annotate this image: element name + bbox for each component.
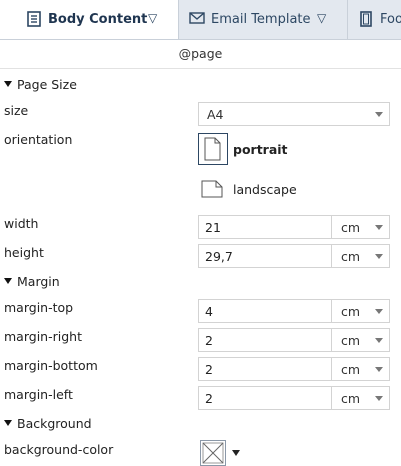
no-color-swatch-icon <box>200 440 226 466</box>
width-input[interactable]: 21 <box>198 215 332 239</box>
height-unit-select[interactable]: cm <box>331 244 390 268</box>
chevron-down-icon <box>375 367 383 372</box>
collapse-arrow-icon <box>4 81 12 87</box>
margin-top-value: 4 <box>205 304 213 319</box>
document-icon <box>27 11 41 27</box>
margin-left-unit-select[interactable]: cm <box>331 386 390 410</box>
chevron-down-icon <box>375 309 383 314</box>
chevron-down-icon <box>375 254 383 259</box>
width-unit-select[interactable]: cm <box>331 215 390 239</box>
margin-bottom-unit: cm <box>341 362 361 377</box>
tab-bar: Body Content ▽ Email Template ▽ Foo <box>0 0 401 40</box>
margin-top-label: margin-top <box>4 300 74 315</box>
tab-body-content[interactable]: Body Content ▽ <box>0 0 179 39</box>
margin-bottom-value: 2 <box>205 362 213 377</box>
margin-bottom-unit-select[interactable]: cm <box>331 357 390 381</box>
orientation-portrait-option[interactable]: portrait <box>198 133 288 165</box>
landscape-label: landscape <box>233 181 297 197</box>
size-label: size <box>4 103 29 118</box>
size-value: A4 <box>207 107 224 122</box>
margin-left-input[interactable]: 2 <box>198 386 332 410</box>
portrait-label: portrait <box>233 141 288 157</box>
section-page-size-label: Page Size <box>17 77 77 92</box>
chevron-down-icon <box>232 450 240 456</box>
height-input[interactable]: 29,7 <box>198 244 332 268</box>
orientation-label: orientation <box>4 132 73 147</box>
height-unit: cm <box>341 249 361 264</box>
margin-left-field: 2 cm <box>198 386 390 410</box>
page-rule-title: @page <box>0 40 401 69</box>
margin-right-unit: cm <box>341 333 361 348</box>
height-field: 29,7 cm <box>198 244 390 268</box>
width-label: width <box>4 216 39 231</box>
orientation-landscape-option[interactable]: landscape <box>198 177 297 201</box>
tab-footer-label: Foo <box>380 12 401 27</box>
tab-email-template-label: Email Template <box>211 12 311 27</box>
width-unit: cm <box>341 220 361 235</box>
margin-top-field: 4 cm <box>198 299 390 323</box>
size-select[interactable]: A4 <box>198 102 390 126</box>
collapse-arrow-icon <box>4 278 12 284</box>
chevron-down-icon <box>375 338 383 343</box>
margin-top-unit-select[interactable]: cm <box>331 299 390 323</box>
chevron-down-icon[interactable]: ▽ <box>148 11 157 25</box>
tab-body-content-label: Body Content <box>48 12 148 27</box>
envelope-icon <box>189 12 205 28</box>
background-color-label: background-color <box>4 442 114 457</box>
margin-bottom-label: margin-bottom <box>4 358 98 373</box>
margin-bottom-input[interactable]: 2 <box>198 357 332 381</box>
height-value: 29,7 <box>205 249 233 264</box>
margin-right-value: 2 <box>205 333 213 348</box>
margin-bottom-field: 2 cm <box>198 357 390 381</box>
margin-left-unit: cm <box>341 391 361 406</box>
margin-left-value: 2 <box>205 391 213 406</box>
width-value: 21 <box>205 220 221 235</box>
tab-footer[interactable]: Foo <box>348 0 401 39</box>
collapse-arrow-icon <box>4 420 12 426</box>
margin-left-label: margin-left <box>4 387 73 402</box>
tab-email-template[interactable]: Email Template ▽ <box>179 0 347 39</box>
margin-right-input[interactable]: 2 <box>198 328 332 352</box>
chevron-down-icon <box>375 112 383 117</box>
margin-right-label: margin-right <box>4 329 82 344</box>
portrait-icon <box>198 133 228 165</box>
section-margin[interactable]: Margin <box>4 274 60 289</box>
chevron-down-icon <box>375 225 383 230</box>
chevron-down-icon <box>375 396 383 401</box>
section-margin-label: Margin <box>17 274 60 289</box>
section-page-size[interactable]: Page Size <box>4 77 77 92</box>
margin-right-field: 2 cm <box>198 328 390 352</box>
page-icon <box>360 11 374 27</box>
margin-top-input[interactable]: 4 <box>198 299 332 323</box>
height-label: height <box>4 245 44 260</box>
width-field: 21 cm <box>198 215 390 239</box>
margin-right-unit-select[interactable]: cm <box>331 328 390 352</box>
section-background-label: Background <box>17 416 92 431</box>
chevron-down-icon[interactable]: ▽ <box>317 11 326 25</box>
background-color-picker[interactable] <box>198 438 246 466</box>
margin-top-unit: cm <box>341 304 361 319</box>
section-background[interactable]: Background <box>4 416 92 431</box>
landscape-icon <box>198 177 228 201</box>
